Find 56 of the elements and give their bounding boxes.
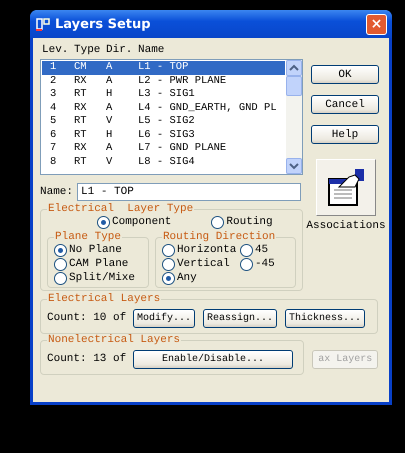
radio-label: Vertical	[176, 258, 230, 270]
radio-button[interactable]	[54, 258, 67, 270]
count-label: Count: 10 of	[47, 312, 125, 324]
layer-row[interactable]: 8 RT V L8 - SIG4	[42, 156, 285, 169]
app-icon	[35, 16, 51, 32]
radio-label: Any	[176, 272, 197, 284]
column-header: Type	[74, 44, 102, 58]
group-title: Electrical Layers	[47, 293, 162, 305]
radio-label: Routing	[226, 216, 273, 228]
radio-label: No Plane	[69, 244, 122, 256]
layer-row[interactable]: 6 RT H L6 - SIG3	[42, 128, 285, 142]
layer-row[interactable]: 2 RX A L2 - PWR PLANE	[42, 74, 285, 88]
name-field[interactable]: L1 - TOP	[77, 183, 302, 201]
associations-button[interactable]	[316, 159, 376, 216]
layer-button[interactable]: Thickness...	[285, 308, 366, 328]
radio-label: Horizonta	[176, 244, 236, 256]
radio-button[interactable]	[97, 216, 110, 228]
radio-label: 45	[254, 244, 268, 256]
dialog-button[interactable]: OK	[311, 65, 379, 84]
window-title: Layers Setup	[55, 16, 151, 32]
group-title: Routing Direction	[162, 231, 276, 243]
layer-button[interactable]: Enable/Disable...	[133, 350, 293, 368]
column-header: Lev.	[42, 44, 70, 58]
radio-button[interactable]	[162, 258, 175, 270]
column-header: Dir.	[106, 44, 134, 58]
radio-button[interactable]	[240, 258, 253, 270]
layer-button[interactable]: Modify...	[133, 308, 196, 328]
radio-label: -45	[254, 258, 275, 270]
radio-button[interactable]	[162, 272, 175, 284]
scrollbar[interactable]	[286, 60, 302, 174]
radio-label: CAM Plane	[69, 258, 128, 270]
group-title: Nonelectrical Layers	[47, 334, 182, 346]
layer-button[interactable]: Reassign...	[203, 308, 278, 328]
dialog-button[interactable]: Help	[311, 125, 379, 144]
radio-button[interactable]	[162, 244, 175, 256]
count-label: Count: 13 of	[47, 353, 125, 365]
close-button[interactable]: ×	[366, 14, 387, 34]
radio-label: Component	[112, 216, 172, 228]
associations-label: Associations	[306, 220, 386, 232]
dialog-button[interactable]: Cancel	[311, 95, 379, 114]
layer-row[interactable]: 1 CM A L1 - TOP	[42, 61, 285, 74]
radio-button[interactable]	[54, 272, 67, 284]
group-title: Plane Type	[54, 231, 122, 243]
name-label: Name:	[40, 186, 74, 198]
layer-row[interactable]: 4 RX A L4 - GND_EARTH, GND PL	[42, 102, 285, 115]
scroll-thumb[interactable]	[286, 76, 302, 96]
column-header: Name	[138, 44, 166, 58]
layer-row[interactable]: 3 RT H L3 - SIG1	[42, 88, 285, 102]
group-title: Electrical Layer Type	[47, 203, 194, 215]
layer-row[interactable]: 7 RX A L7 - GND PLANE	[42, 142, 285, 156]
radio-label: Split/Mixe	[69, 272, 136, 284]
layer-list[interactable]: 1 CM A L1 - TOP 2 RX A L2 - PWR PLANE 3 RT H L3 - SIG1 4 RX A L4 - GND_EARTH, GND PL 5 RT V L5 - SIG2 6 RT H L6 - SIG3 7 RX A L7 - GND PLANE 8 RT V L8 - SIG4	[40, 59, 303, 175]
layer-row[interactable]: 5 RT V L5 - SIG2	[42, 115, 285, 128]
radio-button[interactable]	[211, 216, 224, 228]
radio-button[interactable]	[54, 244, 67, 256]
radio-button[interactable]	[240, 244, 253, 256]
